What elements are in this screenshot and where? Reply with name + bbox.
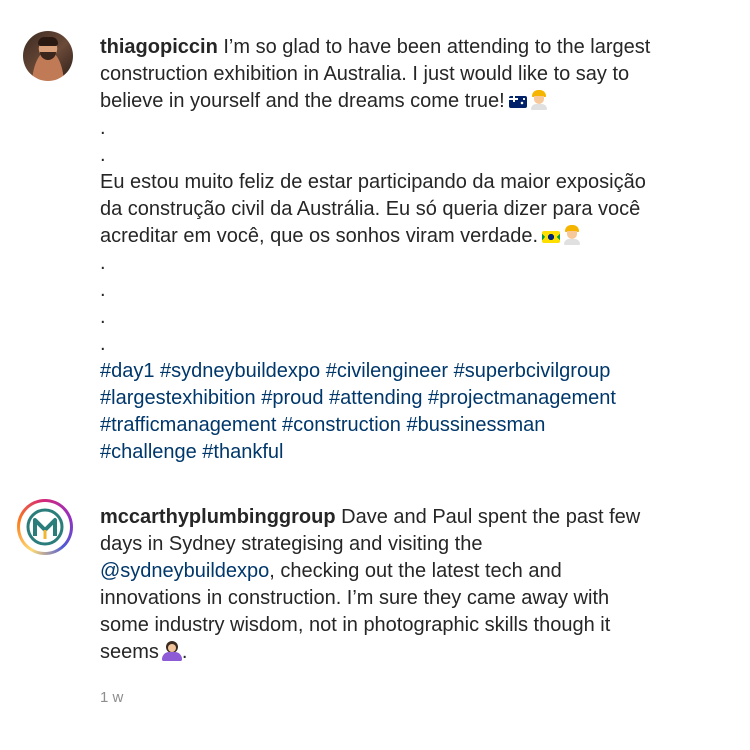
hashtag-line[interactable]: #trafficmanagement #construction #bussin… bbox=[100, 412, 720, 439]
comment-line: mccarthyplumbinggroup Dave and Paul spen… bbox=[100, 504, 720, 531]
comment-text: seems bbox=[100, 641, 159, 663]
dot-line: . bbox=[100, 279, 106, 301]
comment-text: believe in yourself and the dreams come … bbox=[100, 90, 505, 112]
comment-text: , checking out the latest tech and bbox=[269, 560, 562, 582]
avatar[interactable] bbox=[23, 31, 73, 81]
mention-link[interactable]: @sydneybuildexpo bbox=[100, 560, 269, 582]
dot-line: . bbox=[100, 117, 106, 139]
comment-text: some industry wisdom, not in photographi… bbox=[100, 614, 611, 636]
comment-text: . bbox=[181, 641, 188, 663]
comment-body: mccarthyplumbinggroup Dave and Paul spen… bbox=[100, 504, 720, 666]
hashtag-line[interactable]: #day1 #sydneybuildexpo #civilengineer #s… bbox=[100, 358, 720, 385]
comment-line: acreditar em você, que os sonhos viram v… bbox=[100, 223, 720, 250]
dot-line: . bbox=[100, 144, 106, 166]
timestamp[interactable]: 1 w bbox=[100, 688, 123, 708]
mccarthy-logo-icon bbox=[24, 506, 66, 548]
comment-line: believe in yourself and the dreams come … bbox=[100, 88, 720, 115]
comment-text: Eu estou muito feliz de estar participan… bbox=[100, 171, 646, 193]
australia-flag-icon bbox=[508, 96, 527, 108]
username-link[interactable]: thiagopiccin bbox=[100, 36, 218, 58]
construction-worker-icon bbox=[563, 225, 581, 245]
dot-line: . bbox=[100, 252, 106, 274]
comment-text: I’m so glad to have been attending to th… bbox=[223, 36, 651, 58]
comment-text: innovations in construction. I’m sure th… bbox=[100, 587, 610, 609]
brazil-flag-icon bbox=[542, 231, 560, 243]
dot-line: . bbox=[100, 333, 106, 355]
user-photo-icon bbox=[23, 31, 73, 81]
comment-body: thiagopiccin I’m so glad to have been at… bbox=[100, 34, 720, 466]
username-link[interactable]: mccarthyplumbinggroup bbox=[100, 506, 336, 528]
comment-text: days in Sydney strategising and visiting… bbox=[100, 533, 483, 555]
comment-text: construction exhibition in Australia. I … bbox=[100, 63, 630, 85]
person-shrugging-icon bbox=[161, 641, 182, 661]
dot-line: . bbox=[100, 306, 106, 328]
hashtag-line[interactable]: #challenge #thankful bbox=[100, 439, 720, 466]
avatar[interactable] bbox=[17, 499, 73, 555]
comment-text: da construção civil da Austrália. Eu só … bbox=[100, 198, 641, 220]
comment-line: seems. bbox=[100, 639, 720, 666]
comment-text: Dave and Paul spent the past few bbox=[341, 506, 641, 528]
construction-worker-icon bbox=[530, 90, 548, 110]
comment-text: acreditar em você, que os sonhos viram v… bbox=[100, 225, 538, 247]
story-ring-icon bbox=[17, 499, 73, 555]
comment-line: @sydneybuildexpo, checking out the lates… bbox=[100, 558, 720, 585]
comment-line: thiagopiccin I’m so glad to have been at… bbox=[100, 34, 720, 61]
hashtag-line[interactable]: #largestexhibition #proud #attending #pr… bbox=[100, 385, 720, 412]
